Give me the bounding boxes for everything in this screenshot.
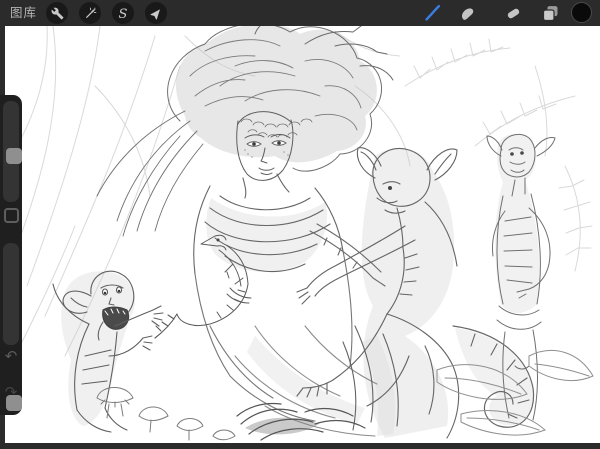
layers-button[interactable] xyxy=(538,1,562,25)
selection-s-icon: S xyxy=(119,7,128,21)
mushrooms xyxy=(97,388,235,441)
actions-button[interactable] xyxy=(46,2,68,24)
brush-size-handle[interactable] xyxy=(6,148,22,164)
selection-button[interactable]: S xyxy=(112,2,134,24)
paint-tool-button[interactable] xyxy=(420,1,444,25)
brush-sidebar: ↶ ↷ xyxy=(0,95,22,415)
eraser-icon xyxy=(503,3,524,24)
color-swatch-button[interactable] xyxy=(571,2,592,23)
wrench-icon xyxy=(51,7,64,20)
layers-icon xyxy=(540,3,561,24)
smudge-icon xyxy=(457,3,478,24)
canvas-artwork xyxy=(5,26,600,443)
brush-size-slider[interactable] xyxy=(3,101,19,202)
transform-button[interactable] xyxy=(145,2,167,24)
gallery-button[interactable]: 图库 xyxy=(10,0,37,26)
adjustments-button[interactable] xyxy=(79,2,101,24)
smudge-tool-button[interactable] xyxy=(455,1,479,25)
paint-brush-icon xyxy=(421,2,443,24)
modify-button[interactable] xyxy=(4,208,19,223)
drawing-canvas[interactable] xyxy=(5,26,600,443)
bottom-bar xyxy=(0,443,600,449)
erase-tool-button[interactable] xyxy=(501,1,525,25)
magic-wand-icon xyxy=(84,7,97,20)
shading xyxy=(61,26,539,438)
opacity-slider[interactable] xyxy=(3,243,19,345)
top-toolbar: 图库 S xyxy=(0,0,600,26)
redo-button[interactable]: ↷ xyxy=(0,383,22,401)
undo-button[interactable]: ↶ xyxy=(0,347,22,365)
transform-arrow-icon xyxy=(150,7,163,20)
